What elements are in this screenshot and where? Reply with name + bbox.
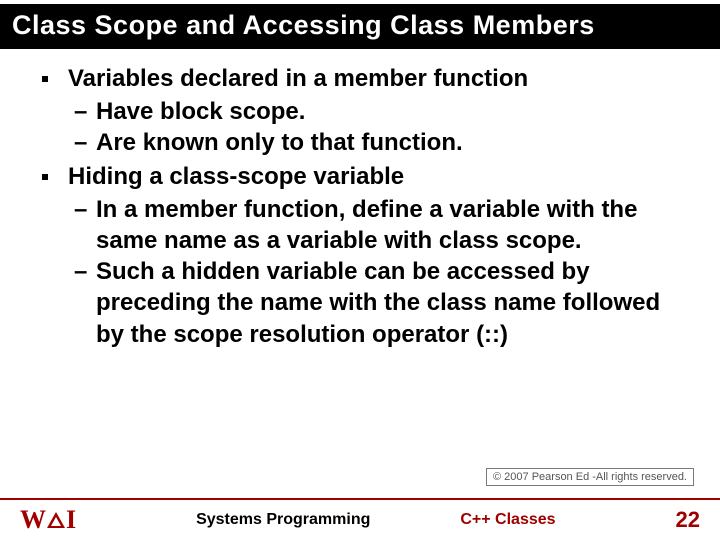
sub-item: – In a member function, define a variabl… (68, 194, 692, 256)
logo-triangle-icon (47, 512, 65, 528)
sub-item: – Are known only to that function. (68, 127, 692, 158)
slide-content: Variables declared in a member function … (0, 49, 720, 350)
wpi-logo: W I (20, 507, 76, 533)
sub-text: In a member function, define a variable … (96, 196, 637, 254)
square-bullet-icon (42, 76, 48, 82)
copyright-notice: © 2007 Pearson Ed -All rights reserved. (486, 468, 694, 486)
sub-list: – In a member function, define a variabl… (68, 194, 692, 350)
dash-icon: – (74, 127, 87, 158)
sub-item: – Have block scope. (68, 96, 692, 127)
bullet-text: Hiding a class-scope variable (68, 161, 692, 192)
dash-icon: – (74, 96, 87, 127)
sub-text: Have block scope. (96, 98, 305, 125)
slide-footer: W I Systems Programming C++ Classes 22 (0, 498, 720, 540)
page-number: 22 (676, 507, 700, 533)
footer-center: Systems Programming C++ Classes (76, 511, 675, 529)
dash-icon: – (74, 256, 87, 287)
dash-icon: – (74, 194, 87, 225)
footer-topic: C++ Classes (460, 511, 555, 529)
bullet-item: Variables declared in a member function … (28, 63, 692, 159)
logo-letter-w: W (20, 507, 46, 533)
title-bar: Class Scope and Accessing Class Members (0, 0, 720, 49)
bullet-list: Variables declared in a member function … (28, 63, 692, 350)
sub-text: Such a hidden variable can be accessed b… (96, 258, 660, 347)
logo-letter-i: I (66, 507, 76, 533)
sub-list: – Have block scope. – Are known only to … (68, 96, 692, 158)
sub-item: – Such a hidden variable can be accessed… (68, 256, 692, 350)
footer-course: Systems Programming (196, 511, 370, 529)
slide-title: Class Scope and Accessing Class Members (12, 10, 708, 41)
bullet-item: Hiding a class-scope variable – In a mem… (28, 161, 692, 350)
sub-text: Are known only to that function. (96, 129, 463, 156)
square-bullet-icon (42, 174, 48, 180)
bullet-text: Variables declared in a member function (68, 63, 692, 94)
